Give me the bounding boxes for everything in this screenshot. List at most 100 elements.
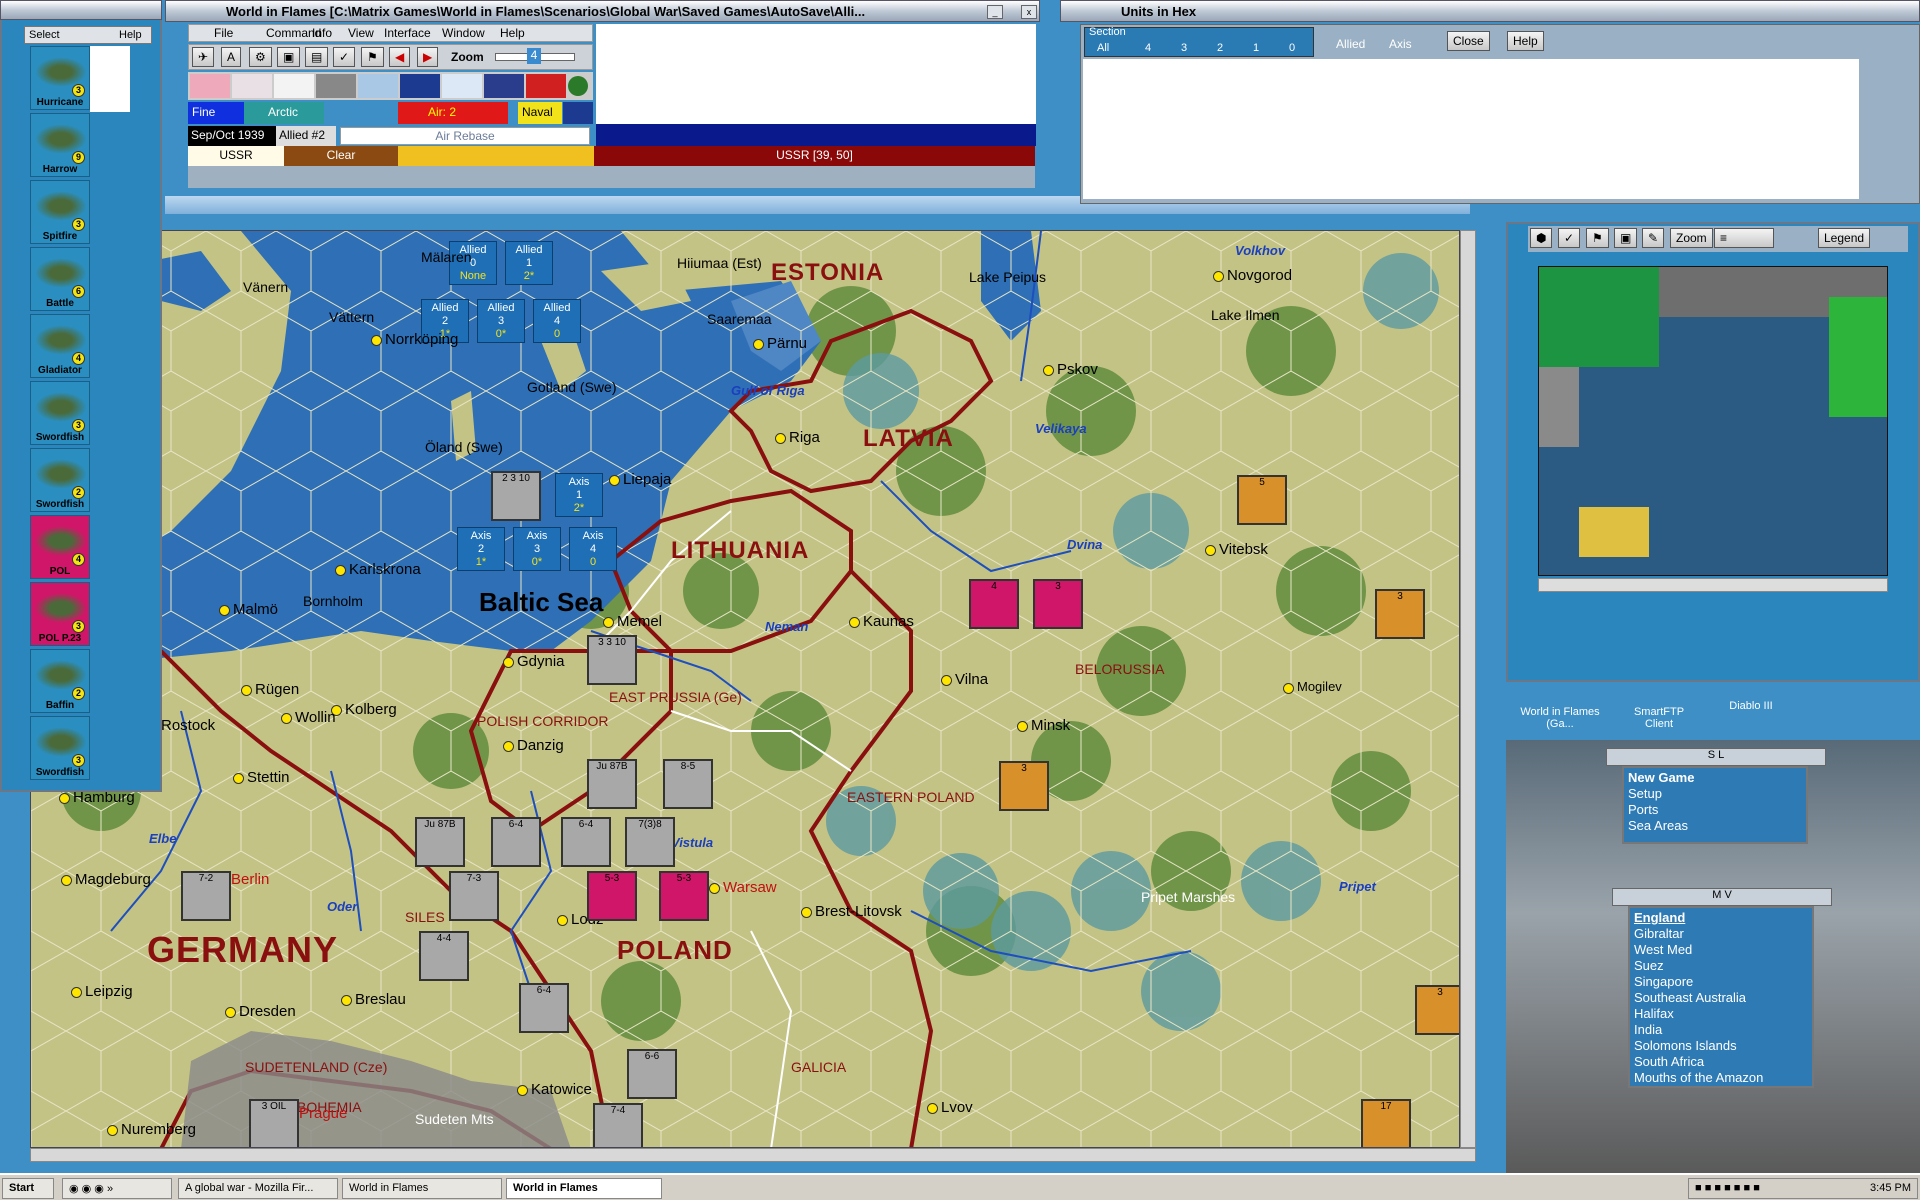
minimap-scale-icon[interactable]: ≡ — [1714, 228, 1774, 248]
tool-gear-icon[interactable]: ⚙ — [249, 47, 272, 67]
menu-view[interactable]: View — [348, 26, 374, 40]
unit-counter[interactable]: 7-2 — [181, 871, 231, 921]
desktop-icon-smartftp[interactable]: SmartFTP Client — [1626, 706, 1692, 730]
mv-menu-item[interactable]: Halifax — [1634, 1006, 1808, 1022]
start-button[interactable]: Start — [2, 1178, 54, 1199]
tool-check-icon[interactable]: ✓ — [333, 47, 356, 67]
unit-counter[interactable]: 7-4 — [593, 1103, 643, 1147]
flag-icon[interactable] — [526, 74, 566, 98]
unit-counter[interactable]: 6-4 — [491, 817, 541, 867]
unit-card[interactable]: Battle 6 — [30, 247, 90, 311]
menu-help[interactable]: Help — [500, 26, 525, 40]
minimap-legend-button[interactable]: Legend — [1818, 228, 1871, 248]
unit-counter[interactable]: 17 — [1361, 1099, 1411, 1147]
option-0[interactable]: 0 — [1289, 42, 1295, 54]
unit-counter[interactable]: Ju 87B — [587, 759, 637, 809]
mv-menu-item[interactable]: Southeast Australia — [1634, 990, 1808, 1006]
unit-card[interactable]: Gladiator 4 — [30, 314, 90, 378]
mv-menu-item[interactable]: Suez — [1634, 958, 1808, 974]
unit-card[interactable]: POL 4 — [30, 515, 90, 579]
option-4[interactable]: 4 — [1145, 42, 1151, 54]
tab-select[interactable]: Select — [29, 29, 60, 41]
mv-menu-item[interactable]: Solomons Islands — [1634, 1038, 1808, 1054]
sea-box-allied-4[interactable]: Allied 4 0 — [533, 299, 581, 343]
unit-counter[interactable]: 3 OIL — [249, 1099, 299, 1147]
unit-card[interactable]: Spitfire 3 — [30, 180, 90, 244]
menu-new-game[interactable]: New Game — [1628, 770, 1802, 786]
minimap-image[interactable] — [1538, 266, 1888, 576]
unit-counter[interactable]: 6-4 — [561, 817, 611, 867]
map-hscrollbar[interactable] — [30, 1148, 1476, 1162]
option-all[interactable]: All — [1097, 42, 1109, 54]
flag-icon[interactable] — [484, 74, 524, 98]
mv-menu-item[interactable]: Singapore — [1634, 974, 1808, 990]
mv-menu-item[interactable]: India — [1634, 1022, 1808, 1038]
tool-box-icon[interactable]: ▣ — [277, 47, 301, 67]
minimap-pencil-icon[interactable]: ✎ — [1642, 228, 1665, 248]
unit-counter[interactable]: 3 — [999, 761, 1049, 811]
menu-ports[interactable]: Ports — [1628, 802, 1802, 818]
unit-counter[interactable]: 4-4 — [419, 931, 469, 981]
minimap-box-icon[interactable]: ▣ — [1614, 228, 1638, 248]
taskbar-item[interactable]: A global war - Mozilla Fir... — [178, 1178, 338, 1199]
unit-card[interactable]: Swordfish 3 — [30, 716, 90, 780]
quicklaunch-icons[interactable]: ◉ ◉ ◉ » — [62, 1178, 172, 1199]
flag-icon[interactable] — [400, 74, 440, 98]
menu-file[interactable]: File — [214, 26, 233, 40]
unit-counter[interactable]: 5-3 — [659, 871, 709, 921]
flag-icon[interactable] — [316, 74, 356, 98]
unit-counter[interactable]: 5-3 — [587, 871, 637, 921]
tab-help[interactable]: Help — [119, 29, 142, 41]
unit-counter[interactable]: 6-4 — [519, 983, 569, 1033]
minimize-button[interactable]: _ — [987, 5, 1003, 19]
map-vscrollbar[interactable] — [1460, 230, 1476, 1148]
tool-move-icon[interactable]: ✈ — [192, 47, 215, 67]
menu-setup[interactable]: Setup — [1628, 786, 1802, 802]
unit-card[interactable]: Swordfish 2 — [30, 448, 90, 512]
tool-frame-icon[interactable]: ▤ — [305, 47, 329, 67]
help-button[interactable]: Help — [1507, 31, 1544, 51]
sea-box-axis-4[interactable]: Axis 4 0 — [569, 527, 617, 571]
mv-menu-item[interactable]: Gibraltar — [1634, 926, 1808, 942]
taskbar-item[interactable]: World in Flames — [506, 1178, 662, 1199]
desktop-icon-diablo[interactable]: Diablo III — [1716, 700, 1786, 712]
allied-checkbox[interactable]: Allied — [1336, 37, 1365, 51]
weather-zone[interactable]: Arctic — [244, 102, 324, 124]
flag-icon[interactable] — [274, 74, 314, 98]
flag-icon[interactable] — [442, 74, 482, 98]
unit-counter[interactable]: Ju 87B — [415, 817, 465, 867]
unit-counter[interactable]: 7(3)8 — [625, 817, 675, 867]
unit-counter[interactable]: 8-5 — [663, 759, 713, 809]
menu-interface[interactable]: Interface — [384, 26, 431, 40]
tool-flag-icon[interactable]: ⚑ — [361, 47, 384, 67]
flag-icon[interactable] — [232, 74, 272, 98]
menu-info[interactable]: Info — [312, 26, 332, 40]
flag-icon[interactable] — [358, 74, 398, 98]
unit-card[interactable]: Harrow 9 — [30, 113, 90, 177]
option-2[interactable]: 2 — [1217, 42, 1223, 54]
close-button[interactable]: x — [1021, 5, 1037, 19]
unit-counter[interactable]: 2 3 10 — [491, 471, 541, 521]
minimap-flag-icon[interactable]: ⚑ — [1586, 228, 1609, 248]
unit-counter[interactable]: 6-6 — [627, 1049, 677, 1099]
minimap-zoom-button[interactable]: Zoom — [1670, 228, 1713, 248]
option-1[interactable]: 1 — [1253, 42, 1259, 54]
mv-menu-item[interactable]: England — [1634, 910, 1808, 926]
unit-card[interactable]: POL P.23 3 — [30, 582, 90, 646]
sea-box-axis-2[interactable]: Axis 2 1* — [457, 527, 505, 571]
unit-counter[interactable]: 3 — [1415, 985, 1459, 1035]
unit-counter[interactable]: 3 3 10 — [587, 635, 637, 685]
sea-box-allied-3[interactable]: Allied 3 0* — [477, 299, 525, 343]
unit-counter[interactable]: 5 — [1237, 475, 1287, 525]
tool-forward-icon[interactable]: ▶ — [417, 47, 439, 67]
menu-window[interactable]: Window — [442, 26, 485, 40]
mv-menu-item[interactable]: Mouths of the Amazon — [1634, 1070, 1808, 1086]
unit-counter[interactable]: 3 — [1033, 579, 1083, 629]
axis-checkbox[interactable]: Axis — [1389, 37, 1412, 51]
tool-back-icon[interactable]: ◀ — [389, 47, 411, 67]
globe-icon[interactable] — [568, 76, 588, 96]
minimap-hscroll[interactable] — [1538, 578, 1888, 592]
sea-box-axis-1[interactable]: Axis 1 2* — [555, 473, 603, 517]
map-area[interactable]: Allied 0 None Allied 1 2* Allied 2 1* Allied 3 0… — [30, 230, 1460, 1148]
weather-fine[interactable]: Fine — [188, 102, 244, 124]
